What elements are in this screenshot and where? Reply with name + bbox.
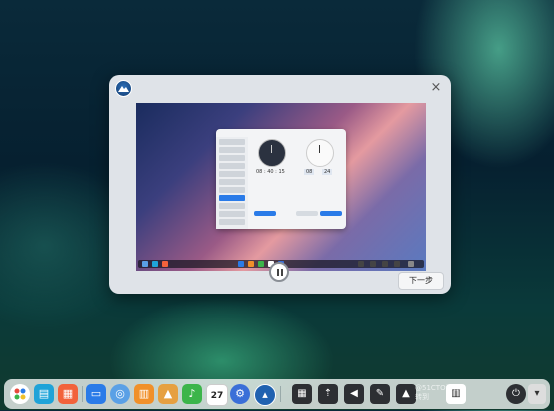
photos-icon[interactable]: ▲	[158, 384, 178, 404]
deepin-logo-icon	[115, 80, 132, 97]
keyboard-icon[interactable]: ▦	[292, 384, 312, 404]
introduction-dialog: × 08 : 40 : 15 08 24 下一步	[109, 75, 451, 294]
multitask-view-icon[interactable]: ▤	[34, 384, 54, 404]
preview-sidebar	[216, 137, 248, 229]
calendar-icon[interactable]: 27	[206, 384, 228, 406]
watermark-line2: 转到	[415, 393, 429, 401]
next-button[interactable]: 下一步	[398, 272, 444, 290]
preview-hour-text: 08	[304, 169, 315, 175]
desktop-preview-image: 08 : 40 : 15 08 24	[136, 103, 426, 271]
desktop: { "dialog": { "title": "", "close_glyph"…	[0, 0, 554, 410]
workspace-icon[interactable]: ▦	[58, 384, 78, 404]
app-store-icon[interactable]: ▭	[86, 384, 106, 404]
dock-separator	[280, 386, 281, 402]
introduction-icon[interactable]: ▴	[254, 384, 276, 406]
preview-minute-text: 24	[322, 169, 333, 175]
settings-icon[interactable]: ⚙	[230, 384, 250, 404]
preview-cancel-button	[296, 211, 318, 216]
preview-settings-window: 08 : 40 : 15 08 24	[216, 129, 346, 229]
analog-clock-light-icon	[306, 139, 334, 167]
pause-button[interactable]	[269, 262, 289, 282]
preview-blue-button	[254, 211, 276, 216]
preview-time-text: 08 : 40 : 15	[256, 169, 285, 175]
preview-confirm-button	[320, 211, 342, 216]
analog-clock-dark-icon	[258, 139, 286, 167]
watermark: @51CTO博客 转到	[415, 384, 515, 406]
watermark-line1: @51CTO博客	[415, 384, 460, 392]
launcher-icon[interactable]	[10, 384, 30, 404]
music-note-icon[interactable]: ♪	[182, 384, 202, 404]
volume-icon[interactable]: ◀	[344, 384, 364, 404]
notification-icon[interactable]: ▲	[396, 384, 416, 404]
browser-icon[interactable]: ◎	[110, 384, 130, 404]
dock-separator	[82, 386, 83, 402]
close-icon[interactable]: ×	[429, 81, 443, 95]
usb-icon[interactable]: ⇡	[318, 384, 338, 404]
music-icon[interactable]: ▥	[134, 384, 154, 404]
recycle-bin-icon[interactable]: ▾	[528, 384, 546, 404]
pen-icon[interactable]: ✎	[370, 384, 390, 404]
